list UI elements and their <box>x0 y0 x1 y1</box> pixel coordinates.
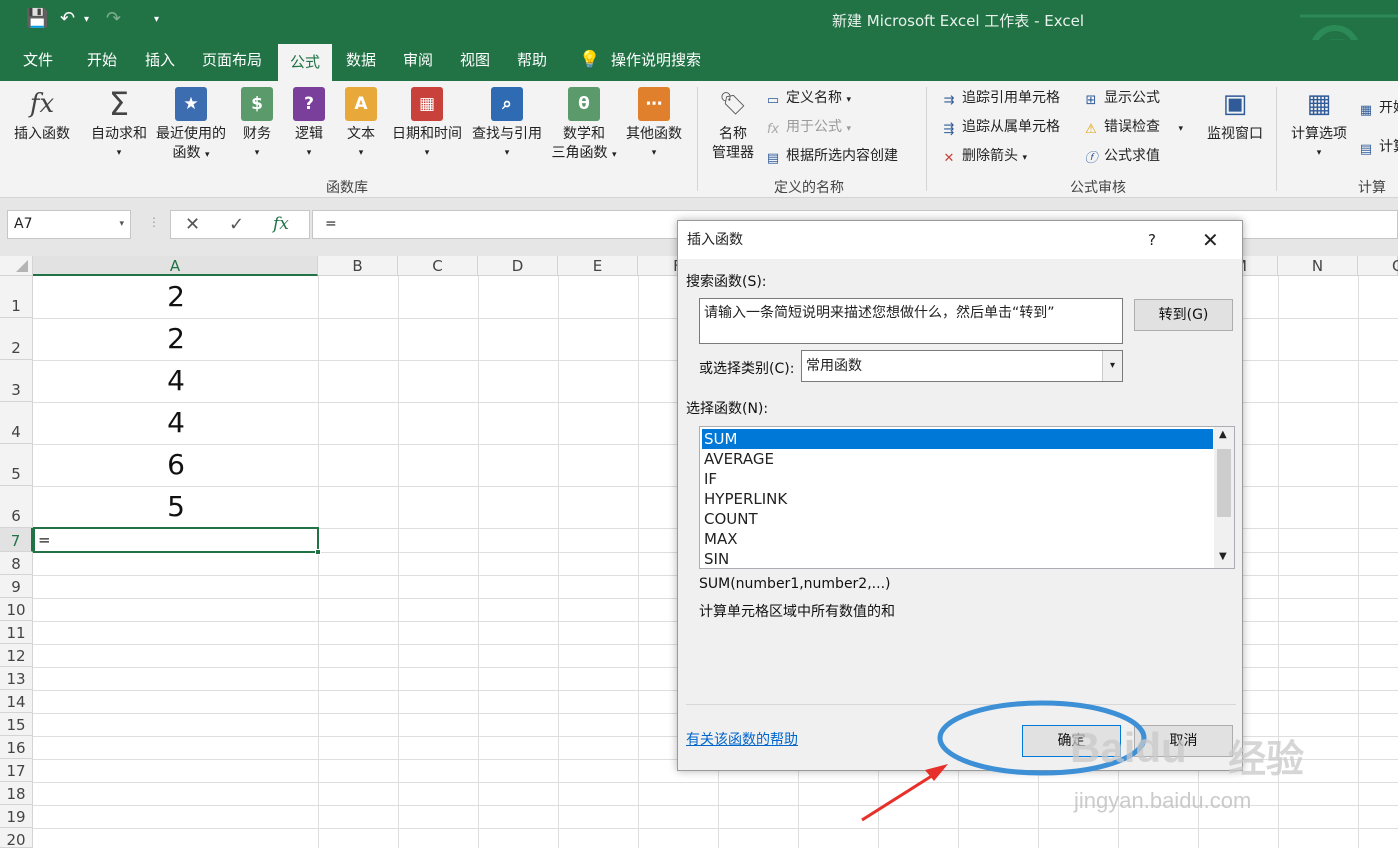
watermark-cn: 经验 <box>1228 737 1305 781</box>
baidu-watermark: Baidu 经验 jingyan.baidu.com <box>1070 700 1370 830</box>
arrow-line <box>861 770 939 822</box>
watermark-brand: Baidu <box>1070 724 1187 771</box>
watermark-url: jingyan.baidu.com <box>1074 788 1252 813</box>
